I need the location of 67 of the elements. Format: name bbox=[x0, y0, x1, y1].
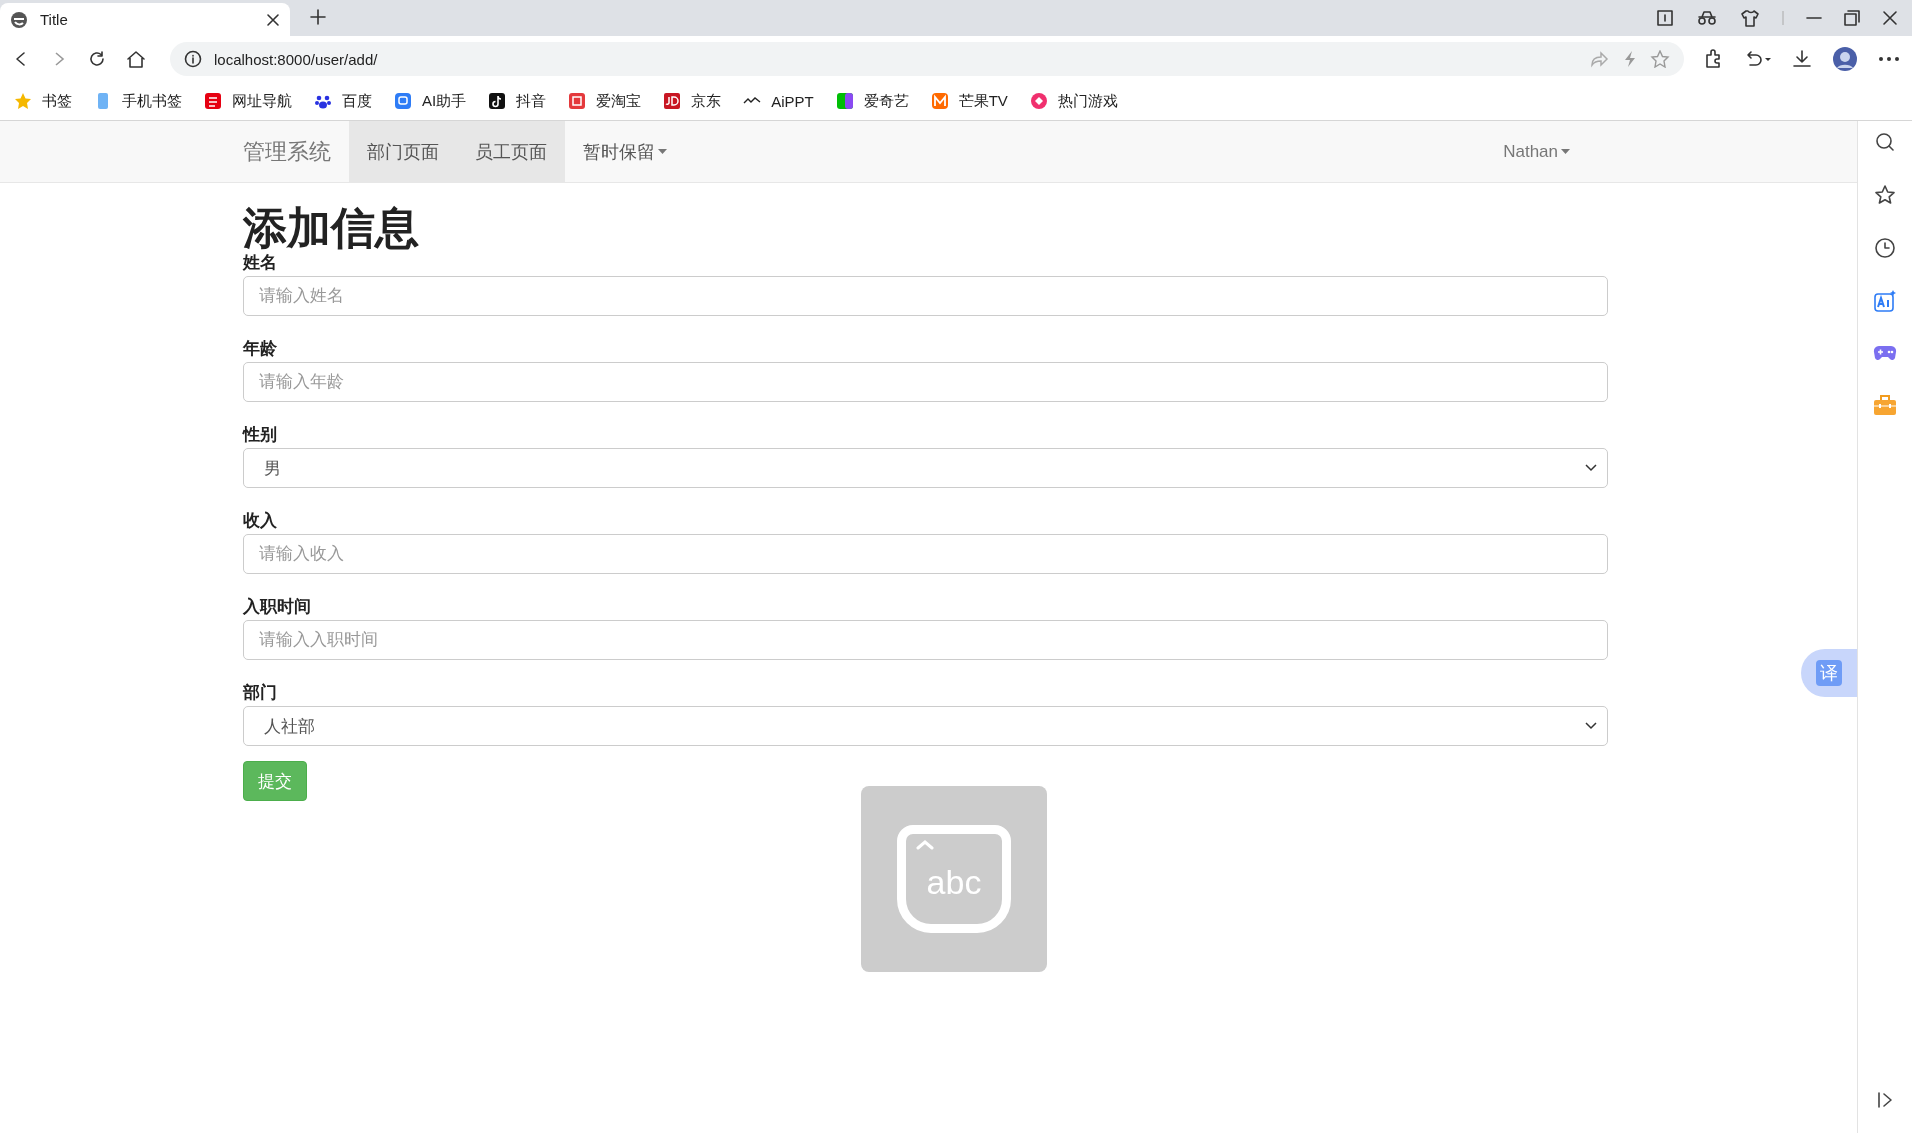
avatar-icon[interactable] bbox=[1832, 46, 1858, 72]
close-icon[interactable] bbox=[1882, 10, 1898, 26]
incognito-icon[interactable] bbox=[1696, 9, 1718, 27]
bookmark-icon bbox=[568, 92, 587, 110]
undo-icon[interactable] bbox=[1744, 50, 1772, 68]
history-icon[interactable] bbox=[1874, 237, 1896, 259]
bookmark-link[interactable]: 热门游戏 bbox=[1057, 91, 1118, 111]
input-field[interactable]: 请输入入职时间 bbox=[243, 620, 1608, 660]
select-field[interactable]: 男 bbox=[243, 448, 1608, 488]
select-field[interactable]: 人社部 bbox=[243, 706, 1608, 746]
address-bar[interactable]: localhost:8000/user/add/ bbox=[170, 42, 1684, 76]
lightning-icon[interactable] bbox=[1622, 50, 1638, 68]
home-icon[interactable] bbox=[126, 50, 146, 68]
field-label: 收入 bbox=[243, 511, 277, 531]
caret-icon bbox=[1561, 149, 1570, 154]
browser-tab[interactable]: Title bbox=[0, 3, 290, 36]
field-label: 姓名 bbox=[243, 253, 277, 273]
chevron-icon bbox=[1585, 464, 1597, 472]
tab-title: Title bbox=[40, 11, 69, 28]
bookmark-icon bbox=[663, 92, 682, 110]
bookmark-icon bbox=[394, 92, 412, 110]
bookmark-icon bbox=[488, 92, 507, 110]
browser-logo-icon bbox=[10, 10, 28, 29]
bookmark-link[interactable]: 网址导航 bbox=[232, 91, 292, 111]
new-tab-icon[interactable] bbox=[310, 8, 326, 25]
field-label: 年龄 bbox=[243, 339, 277, 359]
bookmark-link[interactable]: 百度 bbox=[342, 91, 372, 111]
caret-icon bbox=[916, 840, 934, 850]
close-icon[interactable] bbox=[266, 12, 280, 27]
caret-icon bbox=[658, 149, 667, 154]
field-label: 性别 bbox=[243, 425, 277, 445]
field-label: 部门 bbox=[243, 683, 277, 703]
gamepad-icon[interactable] bbox=[1873, 343, 1897, 363]
page-title: 添加信息 bbox=[243, 203, 419, 253]
maximize-icon[interactable] bbox=[1844, 10, 1860, 26]
input-field[interactable]: 请输入年龄 bbox=[243, 362, 1608, 402]
bookmark-icon bbox=[204, 92, 222, 110]
field-label: 入职时间 bbox=[243, 597, 311, 617]
input-field[interactable]: 请输入姓名 bbox=[243, 276, 1608, 316]
bookmark-link[interactable]: 手机书签 bbox=[122, 91, 182, 111]
shirt-icon[interactable] bbox=[1740, 9, 1760, 27]
chevron-icon bbox=[1585, 722, 1597, 730]
bookmark-icon bbox=[1029, 92, 1048, 110]
ai-icon[interactable] bbox=[1874, 290, 1896, 312]
brand-link[interactable]: 管理系统 bbox=[243, 121, 331, 182]
bookmark-link[interactable]: 京东 bbox=[691, 91, 722, 111]
more-icon[interactable] bbox=[1878, 56, 1900, 62]
expand-icon[interactable] bbox=[1876, 1091, 1894, 1109]
bookmark-icon bbox=[835, 92, 854, 110]
info-icon bbox=[184, 50, 202, 68]
tab-icon[interactable] bbox=[1656, 9, 1674, 27]
nav-link[interactable]: 部门页面 bbox=[349, 121, 457, 182]
url-text: localhost:8000/user/add/ bbox=[214, 50, 379, 68]
input-field[interactable]: 请输入收入 bbox=[243, 534, 1608, 574]
reload-icon[interactable] bbox=[88, 50, 106, 68]
nav-dropdown[interactable]: 暂时保留 bbox=[565, 121, 685, 182]
user-dropdown[interactable]: Nathan bbox=[1485, 121, 1588, 182]
search-icon[interactable] bbox=[1874, 131, 1896, 153]
bookmark-link[interactable]: AiPPT bbox=[771, 92, 814, 110]
bookmark-link[interactable]: 爱淘宝 bbox=[596, 91, 642, 111]
bookmark-link[interactable]: 抖音 bbox=[516, 91, 547, 111]
nav-link[interactable]: 员工页面 bbox=[457, 121, 565, 182]
bookmark-link[interactable]: AI助手 bbox=[422, 91, 467, 111]
bookmark-link[interactable]: 书签 bbox=[42, 91, 72, 111]
bookmark-link[interactable]: 爱奇艺 bbox=[863, 91, 909, 111]
download-icon[interactable] bbox=[1792, 49, 1812, 69]
bookmark-link[interactable]: 芒果TV bbox=[958, 91, 1008, 111]
